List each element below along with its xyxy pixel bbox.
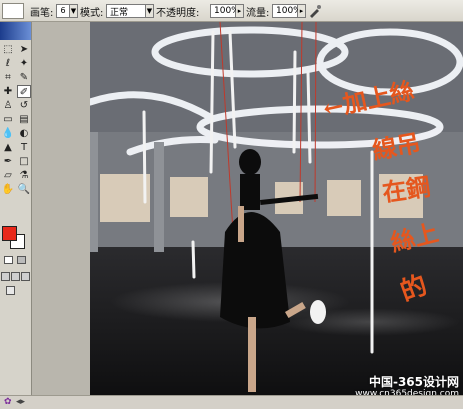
mode-select[interactable]: 正常 ▼ <box>106 3 154 19</box>
annotation-line-3: 在鋼 <box>380 171 433 208</box>
opacity-label-text: 不透明度: <box>156 7 200 19</box>
pen-tool-icon[interactable]: ✒ <box>1 155 15 168</box>
opacity-label: 不透明度: <box>156 3 199 19</box>
type-tool-icon[interactable]: T <box>17 141 31 154</box>
document-canvas[interactable]: ←加上絲 線吊 在鋼 絲上 的 <box>90 22 463 395</box>
marquee-tool-icon[interactable]: ⬚ <box>1 43 15 56</box>
path-selection-tool-icon[interactable]: ▲ <box>1 141 15 154</box>
brush-size-value[interactable]: 6 <box>56 4 70 18</box>
screen-mode-full-menu-icon[interactable] <box>11 272 20 281</box>
flow-label-text: 流量: <box>246 7 270 19</box>
shape-tool-icon[interactable]: □ <box>17 155 31 168</box>
brush-tool-icon[interactable]: ✐ <box>17 85 31 98</box>
mode-select-value[interactable]: 正常 <box>106 4 146 18</box>
options-bar: 画笔: 6 ▼ 模式: 正常 ▼ 不透明度: 100% ▸ 流量: 100% ▸ <box>0 0 463 22</box>
notes-tool-icon[interactable]: ▱ <box>1 169 15 182</box>
hand-tool-icon[interactable]: ✋ <box>1 183 15 196</box>
history-brush-tool-icon[interactable]: ↺ <box>17 99 31 112</box>
magic-wand-tool-icon[interactable]: ✦ <box>17 57 31 70</box>
gradient-tool-icon[interactable]: ▤ <box>17 113 31 126</box>
crop-tool-icon[interactable]: ⌗ <box>1 71 15 84</box>
quick-mask-mode-icon[interactable] <box>17 256 26 264</box>
blur-tool-icon[interactable]: 💧 <box>1 127 15 140</box>
airbrush-icon[interactable] <box>308 3 322 19</box>
flow-value[interactable]: 100% <box>272 4 302 18</box>
move-tool-icon[interactable]: ➤ <box>17 43 31 56</box>
status-bar: ✿ ◂▸ <box>0 395 463 409</box>
chevron-right-icon[interactable]: ▸ <box>298 4 306 18</box>
foreground-color-swatch[interactable] <box>2 226 17 241</box>
screen-mode-full-icon[interactable] <box>21 272 30 281</box>
zoom-tool-icon[interactable]: 🔍 <box>17 183 31 196</box>
toolbox-panel: ⬚ ➤ ℓ ✦ ⌗ ✎ ✚ ✐ ♙ ↺ ▭ ▤ 💧 ◐ ▲ T ✒ □ ▱ ⚗ … <box>0 22 32 395</box>
dodge-tool-icon[interactable]: ◐ <box>17 127 31 140</box>
brush-label-text: 画笔: <box>30 7 54 19</box>
slice-tool-icon[interactable]: ✎ <box>17 71 31 84</box>
flow-label: 流量: <box>246 3 269 19</box>
eraser-tool-icon[interactable]: ▭ <box>1 113 15 126</box>
healing-brush-tool-icon[interactable]: ✚ <box>1 85 15 98</box>
opacity-value[interactable]: 100% <box>210 4 240 18</box>
screen-mode-standard-icon[interactable] <box>1 272 10 281</box>
standard-mode-icon[interactable] <box>4 256 13 264</box>
chevron-right-icon[interactable]: ▸ <box>236 4 244 18</box>
brush-label: 画笔: <box>30 3 53 19</box>
watermark-title: 中国-365设计网 <box>368 375 459 389</box>
toolbox-header-logo <box>0 22 31 40</box>
brush-size-picker[interactable]: 6 ▼ <box>56 3 78 19</box>
clone-stamp-tool-icon[interactable]: ♙ <box>1 99 15 112</box>
workspace-background <box>32 22 90 395</box>
chevron-down-icon[interactable]: ▼ <box>146 4 154 18</box>
mode-label-text: 模式: <box>80 7 104 19</box>
opacity-field[interactable]: 100% ▸ <box>210 3 244 19</box>
status-bar-icon: ✿ <box>4 397 12 407</box>
eyedropper-tool-icon[interactable]: ⚗ <box>17 169 31 182</box>
chevron-down-icon[interactable]: ▼ <box>70 4 78 18</box>
lasso-tool-icon[interactable]: ℓ <box>1 57 15 70</box>
jump-to-imageready-icon[interactable] <box>6 286 15 295</box>
flow-field[interactable]: 100% ▸ <box>272 3 306 19</box>
status-bar-arrows-icon[interactable]: ◂▸ <box>16 397 25 407</box>
brush-preset-icon[interactable] <box>2 3 24 19</box>
mode-label: 模式: <box>80 3 103 19</box>
